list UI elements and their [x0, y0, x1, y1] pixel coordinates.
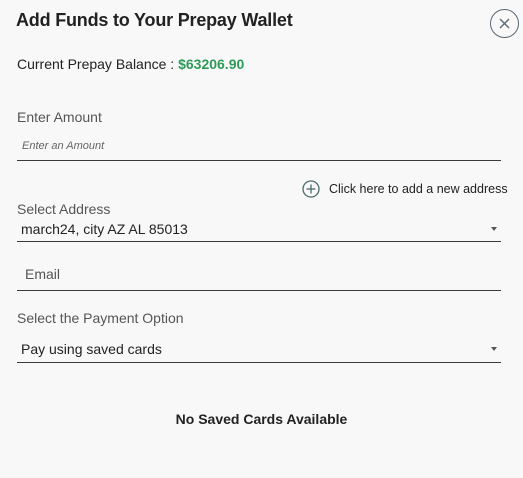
close-icon: [499, 18, 510, 29]
chevron-down-icon: [491, 346, 497, 351]
address-selected-value: march24, city AZ AL 85013: [21, 220, 188, 237]
close-button[interactable]: [490, 9, 519, 38]
amount-field: [17, 134, 501, 161]
amount-input[interactable]: [17, 134, 501, 158]
prepay-balance: Current Prepay Balance : $63206.90: [17, 56, 244, 72]
plus-circle-icon: [302, 180, 320, 198]
amount-label: Enter Amount: [17, 109, 102, 125]
add-address-link[interactable]: Click here to add a new address: [302, 180, 508, 198]
email-field[interactable]: [17, 265, 501, 282]
modal-title: Add Funds to Your Prepay Wallet: [16, 10, 293, 30]
payment-selected-value: Pay using saved cards: [21, 340, 162, 357]
chevron-down-icon: [491, 226, 497, 231]
no-saved-cards-message: No Saved Cards Available: [175, 411, 348, 427]
address-select[interactable]: march24, city AZ AL 85013: [17, 216, 501, 242]
payment-label: Select the Payment Option: [17, 310, 184, 326]
email-field-wrapper: [17, 257, 501, 291]
payment-select[interactable]: Pay using saved cards: [17, 335, 501, 363]
balance-label: Current Prepay Balance :: [17, 56, 175, 72]
add-funds-modal: Add Funds to Your Prepay Wallet Current …: [0, 0, 523, 478]
add-address-label: Click here to add a new address: [329, 182, 508, 196]
balance-amount: $63206.90: [178, 56, 245, 72]
address-label: Select Address: [17, 201, 111, 217]
